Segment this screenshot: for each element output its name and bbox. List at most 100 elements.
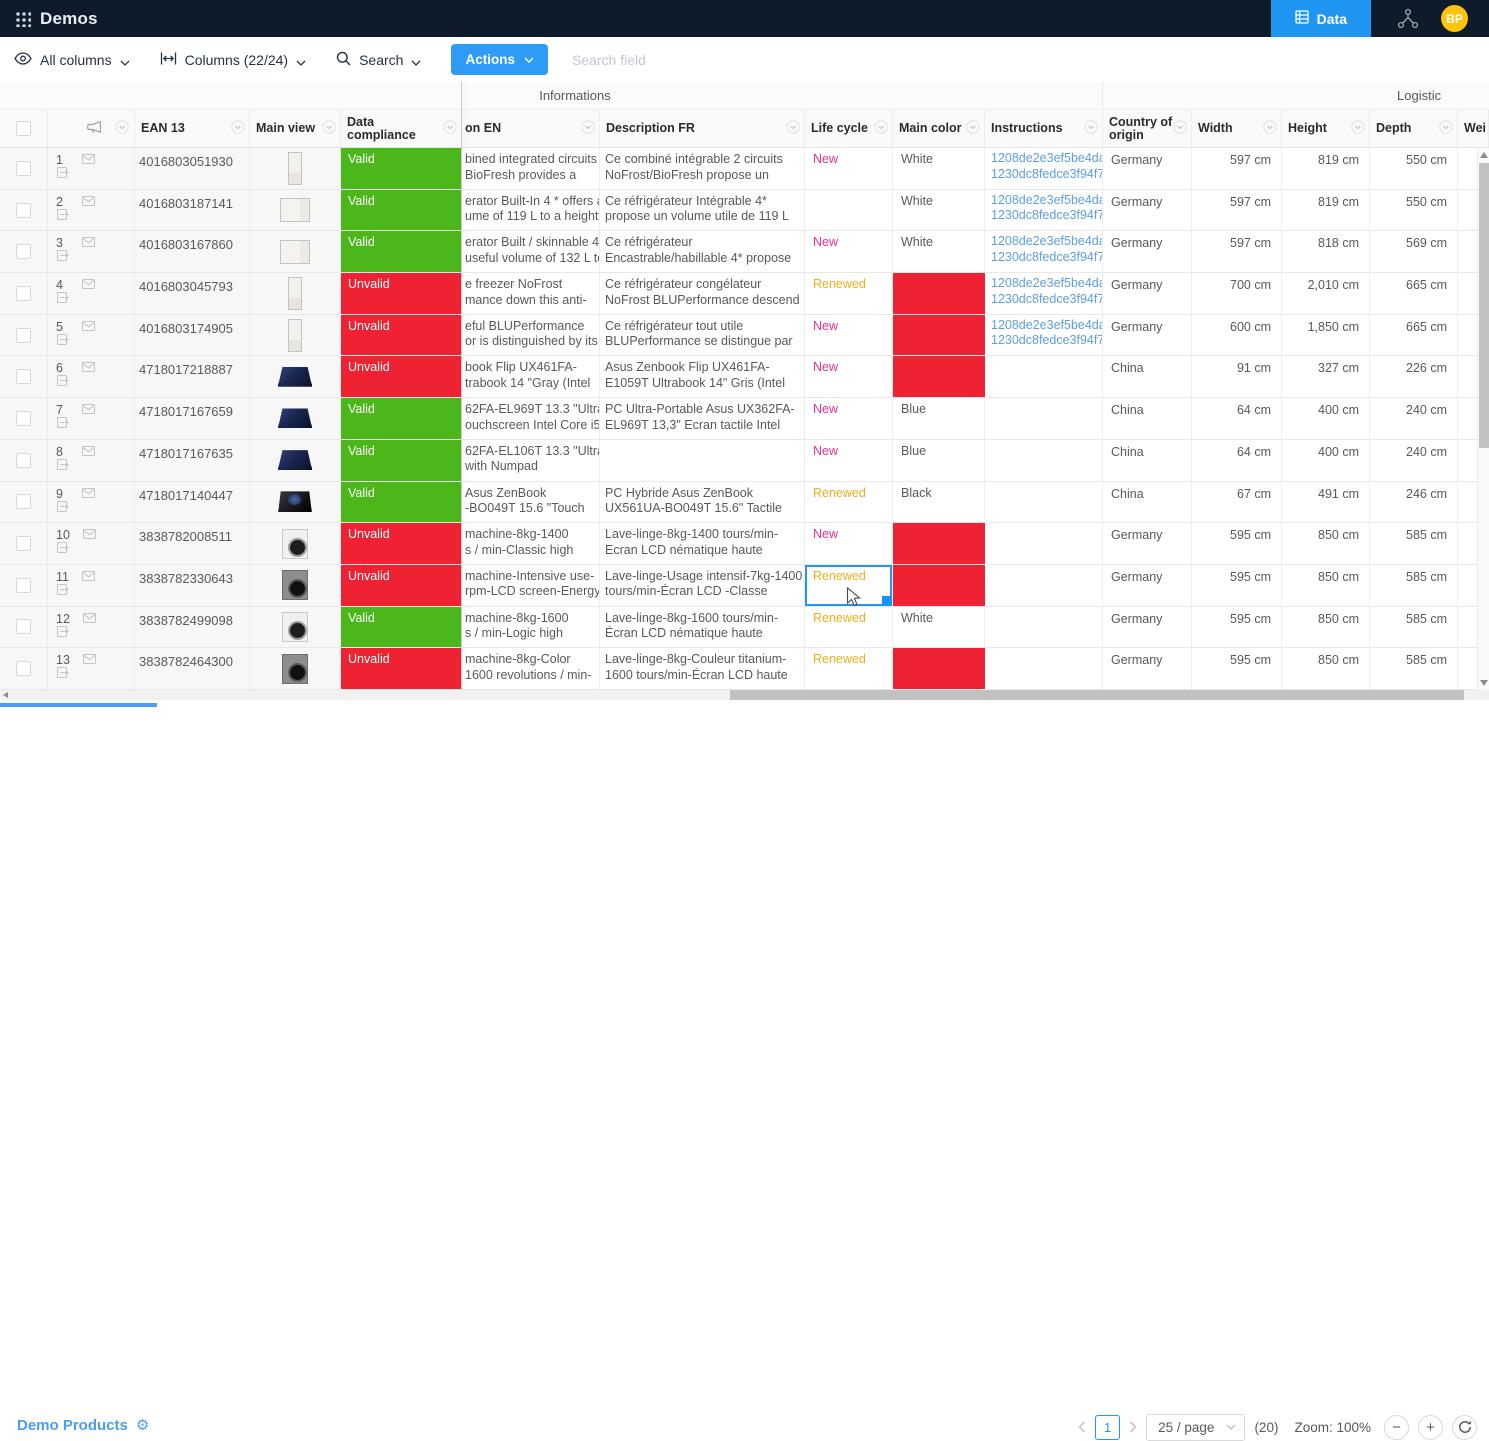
width-cell[interactable]: 597 cm (1192, 148, 1282, 189)
description-en-cell[interactable]: machine-8kg-Color 1600 revolutions / min… (462, 648, 600, 689)
compliance-cell[interactable]: Valid (341, 148, 462, 189)
instructions-cell[interactable] (985, 356, 1103, 397)
description-fr-cell[interactable]: Lave-linge-8kg-1600 tours/min- Écran LCD… (600, 607, 805, 648)
compliance-cell[interactable]: Valid (341, 190, 462, 231)
filter-icon[interactable] (115, 120, 129, 137)
user-avatar[interactable]: BP (1441, 5, 1468, 32)
envelope-icon[interactable] (82, 236, 95, 250)
depth-cell[interactable]: 585 cm (1370, 607, 1458, 648)
instruction-link[interactable]: 1230dc8fedce3f94f7 (991, 208, 1096, 224)
description-en-cell[interactable]: machine-8kg-1600 s / min-Logic high (462, 607, 600, 648)
filter-icon[interactable] (1351, 120, 1365, 137)
zoom-out-button[interactable]: − (1384, 1415, 1409, 1440)
description-fr-cell[interactable]: PC Hybride Asus ZenBook UX561UA-BO049T 1… (600, 482, 805, 523)
envelope-icon[interactable] (83, 528, 96, 542)
row-checkbox[interactable] (16, 578, 31, 593)
description-fr-cell[interactable]: Ce réfrigérateur Encastrable/habillable … (600, 231, 805, 272)
main-color-cell[interactable]: White (893, 148, 985, 189)
zoom-in-button[interactable]: + (1418, 1415, 1443, 1440)
ean-cell[interactable]: 4016803187141 (135, 190, 250, 231)
row-checkbox[interactable] (16, 494, 31, 509)
life-cycle-cell[interactable]: Renewed (805, 648, 893, 689)
open-record-icon[interactable] (57, 375, 70, 389)
main-color-cell[interactable] (893, 648, 985, 689)
scroll-up-arrow[interactable] (1480, 152, 1488, 158)
depth-cell[interactable]: 226 cm (1370, 356, 1458, 397)
header-height[interactable]: Height (1282, 110, 1370, 147)
depth-cell[interactable]: 665 cm (1370, 273, 1458, 314)
description-en-cell[interactable]: erator Built / skinnable 4 useful volume… (462, 231, 600, 272)
height-cell[interactable]: 400 cm (1282, 398, 1370, 439)
width-cell[interactable]: 597 cm (1192, 190, 1282, 231)
main-color-cell[interactable] (893, 523, 985, 564)
ean-cell[interactable]: 4016803167860 (135, 231, 250, 272)
description-fr-cell[interactable]: Lave-linge-8kg-1400 tours/min- Ecran LCD… (600, 523, 805, 564)
description-fr-cell[interactable]: Lave-linge-8kg-Couleur titanium- 1600 to… (600, 648, 805, 689)
instructions-cell[interactable] (985, 482, 1103, 523)
ean-cell[interactable]: 4718017218887 (135, 356, 250, 397)
country-cell[interactable]: China (1103, 482, 1192, 523)
life-cycle-cell[interactable]: New (805, 315, 893, 356)
height-cell[interactable]: 2,010 cm (1282, 273, 1370, 314)
description-fr-cell[interactable]: Ce réfrigérateur congélateur NoFrost BLU… (600, 273, 805, 314)
filter-icon[interactable] (231, 120, 245, 137)
height-cell[interactable]: 819 cm (1282, 148, 1370, 189)
ean-cell[interactable]: 4016803051930 (135, 148, 250, 189)
compliance-cell[interactable]: Valid (341, 398, 462, 439)
instruction-link[interactable]: 1230dc8fedce3f94f7 (991, 167, 1096, 183)
open-record-icon[interactable] (57, 501, 70, 515)
row-checkbox[interactable] (16, 286, 31, 301)
main-color-cell[interactable]: White (893, 190, 985, 231)
depth-cell[interactable]: 585 cm (1370, 648, 1458, 689)
width-cell[interactable]: 64 cm (1192, 440, 1282, 481)
header-width[interactable]: Width (1192, 110, 1282, 147)
columns-dropdown[interactable]: Columns (22/24) (160, 51, 307, 69)
height-cell[interactable]: 850 cm (1282, 565, 1370, 606)
depth-cell[interactable]: 665 cm (1370, 315, 1458, 356)
main-view-cell[interactable] (250, 356, 341, 397)
life-cycle-cell[interactable]: New (805, 523, 893, 564)
instruction-link[interactable]: 1208de2e3ef5be4da (991, 234, 1096, 250)
height-cell[interactable]: 818 cm (1282, 231, 1370, 272)
country-cell[interactable]: Germany (1103, 648, 1192, 689)
product-thumbnail[interactable] (280, 198, 310, 222)
product-thumbnail[interactable] (282, 654, 308, 684)
search-input[interactable] (572, 52, 892, 68)
header-instructions[interactable]: Instructions (985, 110, 1103, 147)
country-cell[interactable]: China (1103, 356, 1192, 397)
header-weight[interactable]: Wei (1458, 110, 1489, 147)
description-en-cell[interactable]: machine-8kg-1400 s / min-Classic high (462, 523, 600, 564)
compliance-cell[interactable]: Unvalid (341, 565, 462, 606)
description-en-cell[interactable]: e freezer NoFrost mance down this anti- (462, 273, 600, 314)
ean-cell[interactable]: 4016803045793 (135, 273, 250, 314)
height-cell[interactable]: 491 cm (1282, 482, 1370, 523)
country-cell[interactable]: China (1103, 398, 1192, 439)
description-fr-cell[interactable]: Ce réfrigérateur Intégrable 4* propose u… (600, 190, 805, 231)
open-record-icon[interactable] (57, 167, 70, 181)
height-cell[interactable]: 850 cm (1282, 607, 1370, 648)
life-cycle-cell[interactable]: Renewed (805, 273, 893, 314)
header-description-en[interactable]: on EN (462, 110, 600, 147)
main-color-cell[interactable]: Blue (893, 398, 985, 439)
tab-demo-products[interactable]: Demo Products ⚙ (17, 1416, 149, 1434)
product-thumbnail[interactable] (282, 570, 308, 600)
height-cell[interactable]: 400 cm (1282, 440, 1370, 481)
instructions-cell[interactable]: 1208de2e3ef5be4da1230dc8fedce3f94f7 (985, 315, 1103, 356)
main-view-cell[interactable] (250, 231, 341, 272)
main-color-cell[interactable] (893, 565, 985, 606)
open-record-icon[interactable] (57, 459, 70, 473)
main-view-cell[interactable] (250, 148, 341, 189)
instructions-cell[interactable] (985, 398, 1103, 439)
instruction-link[interactable]: 1208de2e3ef5be4da (991, 318, 1096, 334)
main-view-cell[interactable] (250, 648, 341, 689)
width-cell[interactable]: 64 cm (1192, 398, 1282, 439)
life-cycle-cell[interactable]: New (805, 356, 893, 397)
description-fr-cell[interactable]: Lave-linge-Usage intensif-7kg-1400 tours… (600, 565, 805, 606)
select-all-cell[interactable] (0, 110, 48, 147)
description-en-cell[interactable]: book Flip UX461FA- trabook 14 "Gray (Int… (462, 356, 600, 397)
envelope-icon[interactable] (82, 278, 95, 292)
open-record-icon[interactable] (57, 667, 70, 681)
filter-icon[interactable] (966, 120, 980, 137)
filter-icon[interactable] (786, 120, 800, 137)
height-cell[interactable]: 327 cm (1282, 356, 1370, 397)
